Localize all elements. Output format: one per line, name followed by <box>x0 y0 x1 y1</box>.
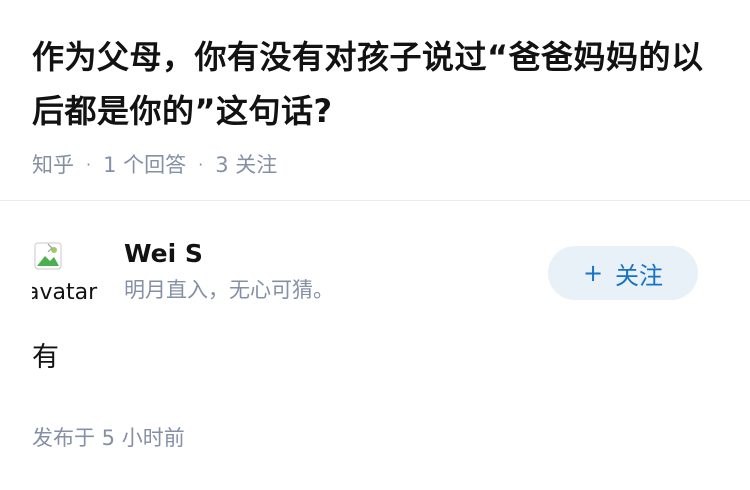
follow-button[interactable]: + 关注 <box>548 246 698 300</box>
answer-published-time: 发布于 5 小时前 <box>32 426 185 450</box>
answer-author-row: avatar Wei S 明月直入，无心可猜。 + 关注 <box>32 232 698 312</box>
question-title[interactable]: 作为父母，你有没有对孩子说过“爸爸妈妈的以后都是你的”这句话? <box>32 30 722 138</box>
question-header: 作为父母，你有没有对孩子说过“爸爸妈妈的以后都是你的”这句话? 知乎 · 1 个… <box>32 30 722 180</box>
broken-image-icon <box>34 242 62 270</box>
meta-separator: · <box>86 154 92 174</box>
section-divider <box>0 200 750 201</box>
answer-content[interactable]: 有 <box>32 336 59 380</box>
plus-icon: + <box>582 259 604 287</box>
avatar[interactable]: avatar <box>32 240 98 306</box>
answer-count[interactable]: 1 个回答 <box>103 149 186 179</box>
source-label[interactable]: 知乎 <box>32 149 74 179</box>
meta-separator: · <box>198 154 204 174</box>
follow-button-label: 关注 <box>615 261 664 290</box>
follower-count: 3 关注 <box>215 153 278 177</box>
author-bio: 明月直入，无心可猜。 <box>124 278 334 302</box>
avatar-alt-text: avatar <box>32 280 98 305</box>
author-name[interactable]: Wei S <box>124 236 334 272</box>
question-meta: 知乎 · 1 个回答 · 3 关注 <box>32 148 722 180</box>
author-info: Wei S 明月直入，无心可猜。 <box>124 236 334 306</box>
